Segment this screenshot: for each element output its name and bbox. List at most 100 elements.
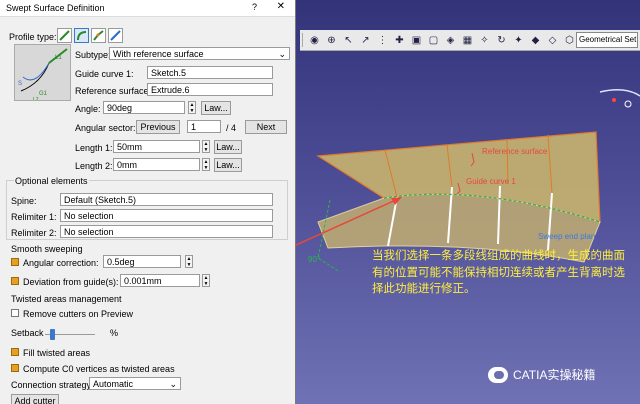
connection-strategy-select[interactable]: Automatic ⌄ <box>89 377 181 390</box>
guide-curve-field[interactable]: Sketch.5 <box>147 66 273 79</box>
watermark-text: CATIA实操秘籍 <box>513 368 596 382</box>
svg-text:L1: L1 <box>55 55 62 61</box>
deviation-label: Deviation from guide(s): <box>23 277 119 287</box>
dialog-title: Swept Surface Definition <box>6 3 105 13</box>
angular-correction-spinner[interactable]: ▲ ▼ <box>185 255 193 268</box>
toolbar-separator <box>302 33 303 47</box>
deviation-checkbox[interactable] <box>11 277 19 285</box>
connection-strategy-label: Connection strategy: <box>11 380 94 390</box>
remove-cutters-label: Remove cutters on Preview <box>23 309 134 319</box>
profile-type-label: Profile type: <box>9 32 57 42</box>
dotted-frame-icon[interactable]: ⋮ <box>375 33 390 47</box>
compass-dot <box>624 100 632 108</box>
annotation-text: 当我们选择一条多段线组成的曲线时，生成的曲面有的位置可能不能保持相切连续或者产生… <box>372 250 625 295</box>
subtype-select[interactable]: With reference surface ⌄ <box>109 47 290 60</box>
explicit-sweep-icon <box>110 30 121 41</box>
reference-surface-label: Reference surface <box>482 147 548 156</box>
setback-percent: % <box>110 328 119 338</box>
length1-field[interactable]: 50mm <box>113 140 200 153</box>
repeat-icon[interactable]: ↻ <box>494 33 509 47</box>
angular-correction-label: Angular correction: <box>23 258 99 268</box>
svg-text:S: S <box>18 81 22 87</box>
length2-spinner[interactable]: ▲ ▼ <box>202 158 210 171</box>
degree-90-label: 90° <box>308 255 320 264</box>
angular-sector-label: Angular sector: <box>75 123 136 133</box>
close-button[interactable]: ✕ <box>277 1 285 12</box>
conic-sweep-button[interactable] <box>91 28 106 43</box>
angular-correction-checkbox[interactable] <box>11 258 19 266</box>
sweep-end-plane-label: Sweep end plan <box>538 232 596 241</box>
twisted-areas-title: Twisted areas management <box>11 294 122 304</box>
light-icon[interactable]: ✦ <box>511 33 526 47</box>
toggle-icon[interactable]: ◉ <box>307 33 322 47</box>
origin-dot <box>612 98 616 102</box>
relimiter2-label: Relimiter 2: <box>11 228 57 238</box>
dialog-titlebar: Swept Surface Definition ? ✕ <box>0 0 295 17</box>
length1-spinner[interactable]: ▲ ▼ <box>202 140 210 153</box>
chevron-down-icon: ⌄ <box>278 49 286 59</box>
remove-cutters-checkbox[interactable] <box>11 309 19 317</box>
length2-label: Length 2: <box>75 161 113 171</box>
relimiter2-field[interactable]: No selection <box>60 225 273 238</box>
geometrical-set-select[interactable]: Geometrical Set <box>576 32 638 48</box>
wechat-icon <box>488 366 508 383</box>
fill-twisted-checkbox[interactable] <box>11 348 19 356</box>
sector-total: / 4 <box>226 123 237 133</box>
cube-icon[interactable]: ▣ <box>409 33 424 47</box>
chevron-down-icon: ⌄ <box>169 379 177 389</box>
watermark: CATIA实操秘籍 <box>488 366 595 383</box>
angular-correction-field[interactable]: 0.5deg <box>103 255 181 268</box>
sector-field[interactable]: 1 <box>187 120 221 133</box>
compass-icon[interactable]: ✧ <box>477 33 492 47</box>
magnet-icon[interactable]: ◆ <box>528 33 543 47</box>
conic-sweep-icon <box>93 30 104 41</box>
deviation-spinner[interactable]: ▲ ▼ <box>202 274 210 287</box>
preview-sketch: L1 G1 S L2 <box>18 48 68 103</box>
optional-elements-title: Optional elements <box>14 176 89 186</box>
smooth-sweeping-title: Smooth sweeping <box>11 244 83 254</box>
subtype-label: Subtype: <box>75 50 111 60</box>
axis-icon[interactable]: ⊕ <box>324 33 339 47</box>
isometric-icon[interactable]: ◈ <box>443 33 458 47</box>
grid-icon[interactable]: ▦ <box>460 33 475 47</box>
select-icon[interactable]: ↖ <box>341 33 356 47</box>
guide-curve-label: Guide curve 1: <box>75 69 134 79</box>
angle-field[interactable]: 90deg <box>103 101 185 114</box>
length2-law-button[interactable]: Law... <box>214 158 242 172</box>
view-icon[interactable]: ⬡ <box>562 33 577 47</box>
help-button[interactable]: ? <box>252 2 257 12</box>
angle-label: Angle: <box>75 104 101 114</box>
line-sweep-button[interactable] <box>57 28 72 43</box>
angle-law-button[interactable]: Law... <box>201 101 231 115</box>
deviation-field[interactable]: 0.001mm <box>120 274 200 287</box>
previous-button[interactable]: Previous <box>136 120 180 134</box>
viewer-toolbar: ◉ ⊕ ↖ ↗ ⋮ ✚ ▣ ▢ ◈ ▦ ✧ ↻ ✦ ◆ ◇ ⬡ Geometri… <box>300 30 640 51</box>
vector-icon[interactable]: ↗ <box>358 33 373 47</box>
compute-c0-label: Compute C0 vertices as twisted areas <box>23 364 175 374</box>
frame-icon[interactable]: ▢ <box>426 33 441 47</box>
angle-spinner[interactable]: ▲ ▼ <box>188 101 196 114</box>
snap-icon[interactable]: ✚ <box>392 33 407 47</box>
circle-sweep-button[interactable] <box>74 28 89 43</box>
line-sweep-icon <box>59 30 70 41</box>
profile-preview-image: L1 G1 S L2 <box>14 44 71 103</box>
slider-thumb[interactable] <box>50 329 55 340</box>
fill-twisted-label: Fill twisted areas <box>23 348 91 358</box>
connection-strategy-value: Automatic <box>93 379 134 389</box>
spine-field[interactable]: Default (Sketch.5) <box>60 193 273 206</box>
explicit-sweep-button[interactable] <box>108 28 123 43</box>
length1-law-button[interactable]: Law... <box>214 140 242 154</box>
circle-sweep-icon <box>77 31 87 41</box>
add-cutter-button[interactable]: Add cutter <box>11 394 59 404</box>
length1-label: Length 1: <box>75 143 113 153</box>
reference-surface-field[interactable]: Extrude.6 <box>147 83 273 96</box>
relimiter1-field[interactable]: No selection <box>60 209 273 222</box>
setback-slider[interactable] <box>45 329 95 341</box>
compute-c0-checkbox[interactable] <box>11 364 19 372</box>
next-button[interactable]: Next <box>245 120 287 134</box>
relimiter1-label: Relimiter 1: <box>11 212 57 222</box>
length2-field[interactable]: 0mm <box>113 158 200 171</box>
plane-icon[interactable]: ◇ <box>545 33 560 47</box>
swept-surface-dialog: Swept Surface Definition ? ✕ Profile typ… <box>0 0 296 404</box>
svg-text:G1: G1 <box>39 91 48 97</box>
